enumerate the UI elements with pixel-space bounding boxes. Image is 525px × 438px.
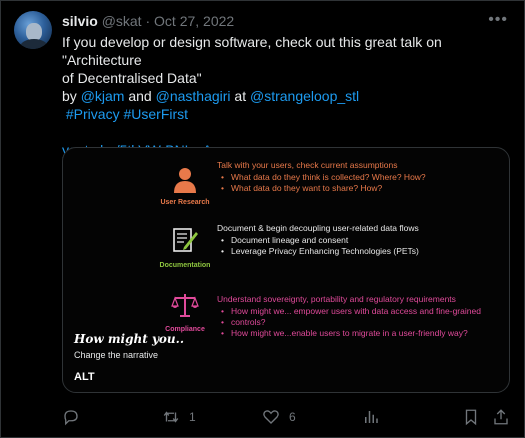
- label-user-research: User Research: [160, 199, 210, 206]
- change-narrative-text: Change the narrative: [74, 350, 159, 360]
- like-button[interactable]: 6: [262, 406, 296, 428]
- heading-compliance: Understand sovereignty, portability and …: [217, 294, 456, 304]
- bookmark-button[interactable]: [462, 406, 480, 428]
- views-button[interactable]: [362, 406, 380, 428]
- bookmark-icon: [465, 409, 477, 426]
- mention-nasthagiri[interactable]: @nasthagiri: [156, 88, 231, 104]
- author-name[interactable]: silvio: [62, 13, 98, 29]
- tweet-header: silvio @skat · Oct 27, 2022: [62, 12, 234, 30]
- heading-user-research: Talk with your users, check current assu…: [217, 160, 398, 170]
- hashtag-line: #Privacy #UserFirst: [62, 105, 512, 123]
- list-documentation: Document lineage and consent Leverage Pr…: [217, 235, 419, 257]
- list-item: Leverage Privacy Enhancing Technologies …: [217, 246, 419, 257]
- list-item: What data do they want to share? How?: [217, 183, 426, 194]
- heading-documentation: Document & begin decoupling user-related…: [217, 223, 419, 233]
- views-icon: [365, 411, 378, 423]
- author-handle[interactable]: @skat: [102, 13, 142, 29]
- mention-kjam[interactable]: @kjam: [81, 88, 125, 104]
- body-line-2: of Decentralised Data": [62, 70, 202, 86]
- alt-badge[interactable]: ALT: [74, 371, 95, 383]
- and-word: and: [124, 88, 156, 104]
- tweet-card: silvio @skat · Oct 27, 2022 ••• If you d…: [0, 0, 525, 438]
- list-item: How might we... empower users with data …: [217, 306, 481, 317]
- action-bar: 1 6: [62, 406, 512, 430]
- tweet-date[interactable]: Oct 27, 2022: [154, 13, 234, 29]
- list-item: Document lineage and consent: [217, 235, 419, 246]
- share-button[interactable]: [492, 406, 510, 428]
- scales-icon: [171, 294, 199, 317]
- like-count: 6: [289, 410, 296, 424]
- avatar-body: [20, 39, 48, 49]
- body-line-3: by @kjam and @nasthagiri at @strangeloop…: [62, 87, 512, 105]
- at-word: at: [230, 88, 250, 104]
- mention-strangeloop[interactable]: @strangeloop_stl: [250, 88, 359, 104]
- how-might-you-heading: How might you..: [74, 332, 184, 346]
- reply-icon: [64, 410, 78, 426]
- document-pen-icon: [173, 228, 198, 252]
- heart-icon: [263, 410, 279, 424]
- list-compliance: How might we... empower users with data …: [217, 306, 481, 339]
- retweet-icon: [163, 411, 179, 423]
- avatar[interactable]: [14, 11, 52, 49]
- list-item: What data do they think is collected? Wh…: [217, 172, 426, 183]
- header-separator: ·: [145, 13, 151, 29]
- list-user-research: What data do they think is collected? Wh…: [217, 172, 426, 194]
- body-line-1: If you develop or design software, check…: [62, 34, 442, 68]
- media-image[interactable]: User Research Talk with your users, chec…: [62, 147, 510, 393]
- hashtag-userfirst[interactable]: #UserFirst: [123, 106, 188, 122]
- person-icon: [174, 168, 196, 193]
- retweet-count: 1: [189, 410, 196, 424]
- by-prefix: by: [62, 88, 81, 104]
- list-item: How might we...enable users to migrate i…: [217, 328, 481, 339]
- retweet-button[interactable]: 1: [162, 406, 196, 428]
- label-documentation: Documentation: [159, 262, 211, 269]
- tweet-body: If you develop or design software, check…: [62, 33, 512, 159]
- list-item-continuation: controls?: [217, 317, 481, 328]
- hashtag-privacy[interactable]: #Privacy: [66, 106, 120, 122]
- share-icon: [494, 409, 508, 425]
- more-icon[interactable]: •••: [488, 11, 508, 29]
- reply-button[interactable]: [62, 406, 80, 428]
